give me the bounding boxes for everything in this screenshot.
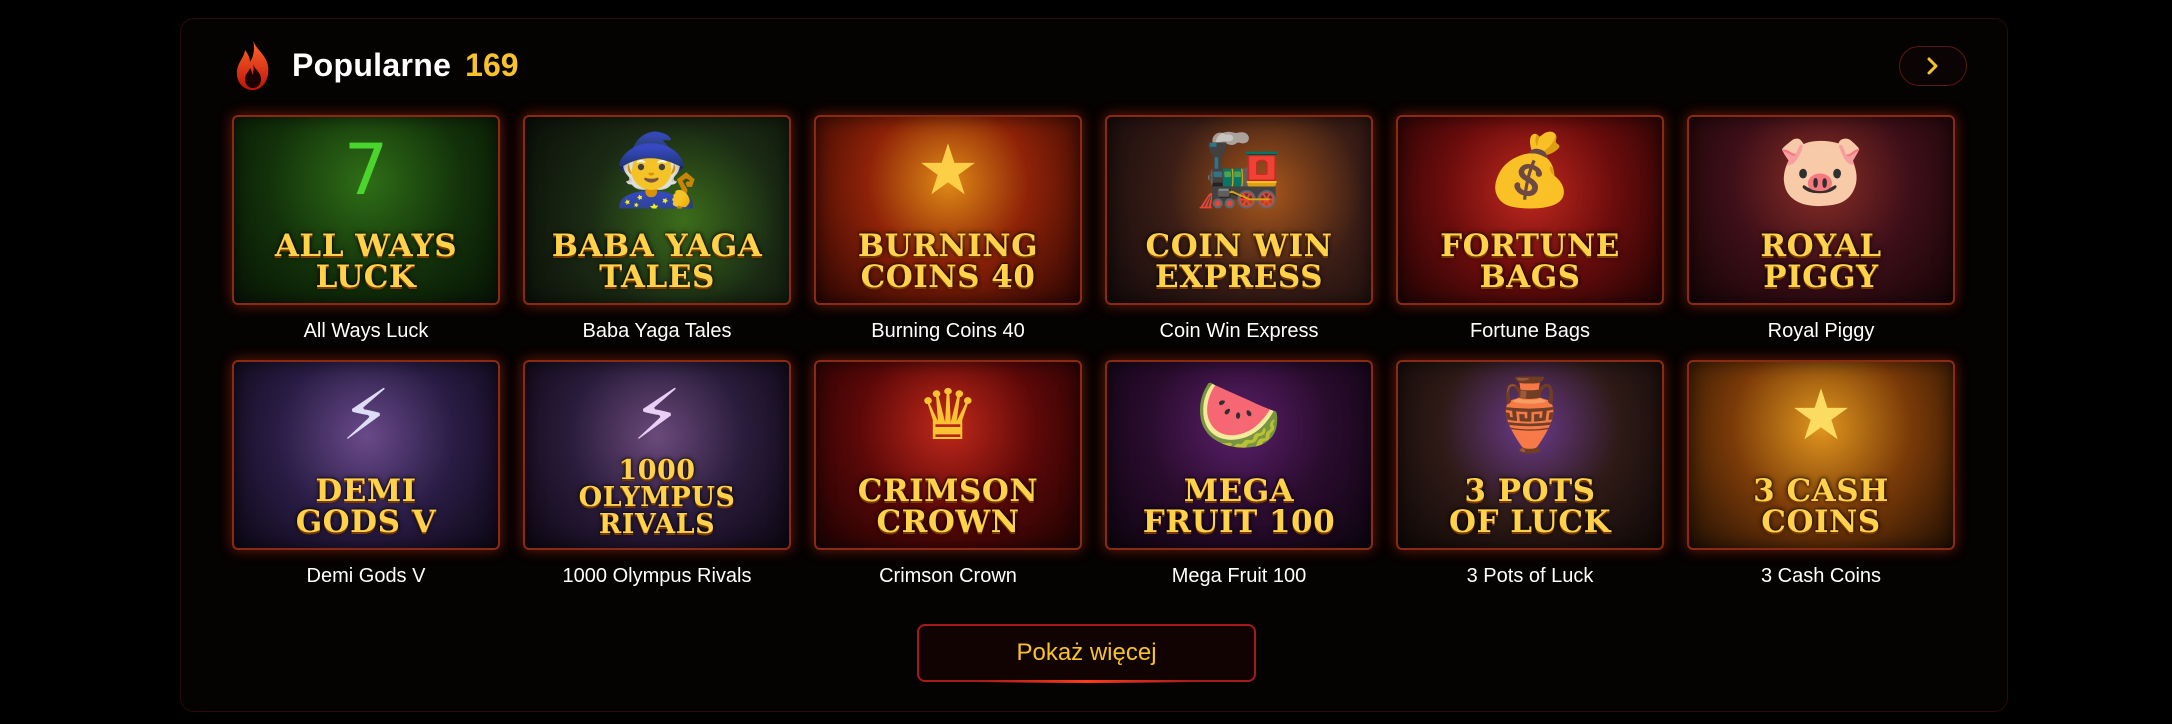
coin-icon: ★ [1789, 374, 1853, 456]
game-title: 3 Cash Coins [1760, 565, 1882, 587]
game-thumbnail[interactable]: ★ 3 CASH COINS [1687, 360, 1955, 550]
game-thumbnail[interactable]: 🧙 BABA YAGA TALES [523, 115, 791, 305]
game-title: Burning Coins 40 [871, 320, 1025, 342]
game-title: Mega Fruit 100 [1171, 565, 1307, 587]
game-thumbnail[interactable]: 💰 FORTUNE BAGS [1396, 115, 1664, 305]
game-card[interactable]: 7 ALL WAYS LUCK All Ways Luck [232, 115, 500, 360]
game-art-title: 3 CASH [1753, 473, 1889, 509]
game-thumbnail[interactable]: 🏺 3 POTS OF LUCK [1396, 360, 1664, 550]
game-art-title: FORTUNE [1440, 228, 1620, 264]
game-thumbnail[interactable]: ⚡ 1000 OLYMPUS RIVALS [523, 360, 791, 550]
lightning-icon: ⚡ [632, 374, 682, 456]
games-count: 169 [465, 46, 519, 83]
game-thumbnail[interactable]: ★ BURNING COINS 40 [814, 115, 1082, 305]
game-art-title: COINS [1761, 504, 1881, 540]
games-grid: 7 ALL WAYS LUCK All Ways Luck 🧙 BABA YAGA TALE… [232, 115, 1955, 605]
game-title: Demi Gods V [306, 565, 426, 587]
game-card[interactable]: 🐷 ROYAL PIGGY Royal Piggy [1687, 115, 1955, 360]
game-art-title: COINS 40 [860, 259, 1036, 295]
game-title: 3 Pots of Luck [1466, 565, 1594, 587]
pot-icon: 🏺 [1486, 374, 1574, 456]
game-art-title: BURNING [857, 228, 1039, 264]
section-title: Popularne [292, 46, 452, 83]
game-art-title: 1000 [618, 455, 696, 486]
game-art-title: DEMI [315, 473, 417, 509]
next-button[interactable] [1899, 46, 1967, 86]
game-art-title: 3 POTS [1464, 473, 1596, 509]
game-art-title: PIGGY [1763, 259, 1879, 295]
flame-icon [236, 40, 269, 90]
game-title: All Ways Luck [303, 320, 429, 342]
game-card[interactable]: ★ BURNING COINS 40 Burning Coins 40 [814, 115, 1082, 360]
game-art-title: ROYAL [1760, 228, 1882, 264]
game-title: 1000 Olympus Rivals [562, 565, 752, 587]
show-more-button[interactable]: Pokaż więcej [917, 624, 1256, 683]
game-title: Crimson Crown [879, 565, 1017, 587]
train-icon: 🚂 [1195, 129, 1283, 211]
game-art-title: FRUIT 100 [1142, 504, 1336, 540]
game-art-title: OLYMPUS [578, 482, 736, 513]
witch-cauldron-icon: 🧙 [613, 129, 701, 211]
fruit-icon: 🍉 [1195, 374, 1283, 456]
game-art-title: EXPRESS [1155, 259, 1323, 295]
game-card[interactable]: 🚂 COIN WIN EXPRESS Coin Win Express [1105, 115, 1373, 360]
game-card[interactable]: 💰 FORTUNE BAGS Fortune Bags [1396, 115, 1664, 360]
section-header: Popularne 169 [228, 36, 519, 94]
game-thumbnail[interactable]: 🐷 ROYAL PIGGY [1687, 115, 1955, 305]
game-title: Coin Win Express [1159, 320, 1319, 342]
game-art-title: OF LUCK [1448, 504, 1612, 540]
money-bag-icon: 💰 [1486, 129, 1574, 211]
game-thumbnail[interactable]: 🍉 MEGA FRUIT 100 [1105, 360, 1373, 550]
game-art-title: TALES [599, 259, 715, 295]
game-title: Fortune Bags [1469, 320, 1591, 342]
game-art-title: LUCK [315, 259, 417, 295]
game-thumbnail[interactable]: ⚡ DEMI GODS V [232, 360, 500, 550]
show-more-label: Pokaż więcej [1016, 639, 1157, 666]
game-art-title: CROWN [876, 504, 1020, 540]
chevron-right-icon [1927, 57, 1938, 75]
game-title: Royal Piggy [1767, 320, 1875, 342]
game-card[interactable]: ⚡ 1000 OLYMPUS RIVALS 1000 Olympus Rivals [523, 360, 791, 605]
coin-icon: ★ [916, 129, 980, 211]
game-art-title: CRIMSON [857, 473, 1039, 509]
game-title: Baba Yaga Tales [582, 320, 732, 342]
game-card[interactable]: 🏺 3 POTS OF LUCK 3 Pots of Luck [1396, 360, 1664, 605]
crown-icon: ♛ [916, 374, 980, 456]
game-card[interactable]: ⚡ DEMI GODS V Demi Gods V [232, 360, 500, 605]
button-glow [979, 680, 1194, 683]
game-card[interactable]: 🍉 MEGA FRUIT 100 Mega Fruit 100 [1105, 360, 1373, 605]
game-art-title: BABA YAGA [551, 228, 763, 264]
game-thumbnail[interactable]: 7 ALL WAYS LUCK [232, 115, 500, 305]
game-card[interactable]: ♛ CRIMSON CROWN Crimson Crown [814, 360, 1082, 605]
game-art-title: ALL WAYS [274, 228, 458, 264]
game-art-title: COIN WIN [1145, 228, 1333, 264]
game-thumbnail[interactable]: ♛ CRIMSON CROWN [814, 360, 1082, 550]
game-thumbnail[interactable]: 🚂 COIN WIN EXPRESS [1105, 115, 1373, 305]
game-art-title: MEGA [1183, 473, 1295, 509]
game-art-title: GODS V [295, 504, 437, 540]
game-card[interactable]: 🧙 BABA YAGA TALES Baba Yaga Tales [523, 115, 791, 360]
pig-icon: 🐷 [1777, 129, 1865, 211]
game-art-title: BAGS [1479, 259, 1581, 295]
seven-icon: 7 [343, 129, 389, 211]
game-card[interactable]: ★ 3 CASH COINS 3 Cash Coins [1687, 360, 1955, 605]
game-art-title: RIVALS [598, 509, 716, 540]
lightning-icon: ⚡ [341, 374, 391, 456]
